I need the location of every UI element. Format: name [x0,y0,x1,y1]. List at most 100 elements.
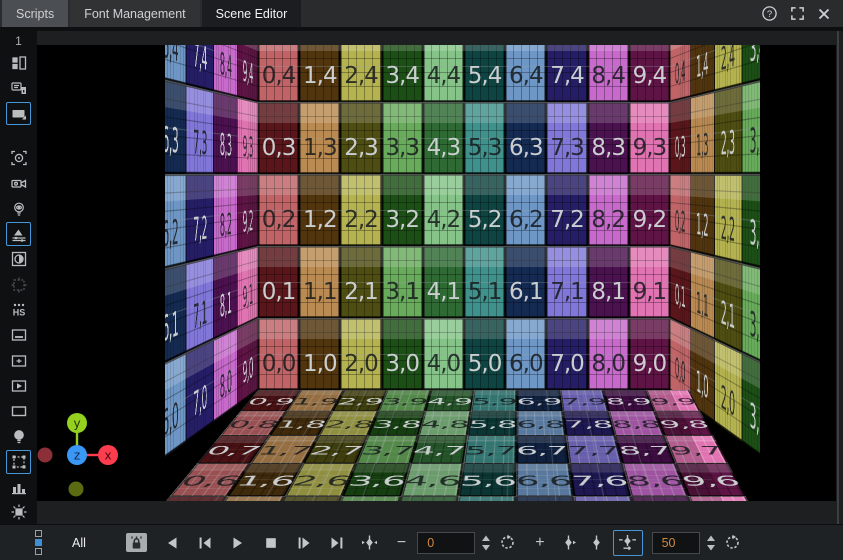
grid-tile: 0,0 [258,318,299,390]
grid-tile: 6,7 [516,435,569,463]
grid-tile: 4,6 [400,463,462,496]
grid-tile: 6,3 [505,102,546,174]
grid-tile: 5,6 [458,463,516,496]
grid-tile: 9,3 [237,97,258,174]
grid-tile: 3,9 [378,390,430,411]
tab-bar: Scripts Font Management Scene Editor ? [0,0,843,27]
reset-frame-icon[interactable] [499,534,516,551]
grid-tile: 1,1 [299,246,340,318]
grid-tile: 3,2 [742,174,760,271]
grid-tile: 0,1 [258,246,299,318]
rectangle-icon[interactable] [6,400,31,423]
light-bulb-icon[interactable] [6,425,31,448]
speed-input[interactable] [652,532,700,554]
layer-toggle-button[interactable] [35,530,42,555]
tab-scene-editor[interactable]: Scene Editor [202,0,302,27]
axis-gizmo[interactable]: y z x [37,410,167,501]
grid-tile: 1,3 [299,102,340,174]
grid-tile: 6,6 [516,463,574,496]
frame-input[interactable] [417,532,475,554]
grid-tile: 0,2 [670,174,691,251]
grid-tile: 8,0 [214,328,238,422]
grid-tile: 6,4 [505,45,546,102]
prev-frame-button[interactable] [164,535,180,551]
red-marker-dot [38,448,53,463]
selection-box-icon[interactable] [6,450,31,473]
banner-icon[interactable] [6,324,31,347]
grid-tile: 4,0 [423,318,464,390]
grid-tile: 7,1 [546,246,587,318]
scene-settings-icon[interactable] [6,222,31,245]
frame-spinner[interactable] [481,535,491,551]
help-icon[interactable]: ? [761,5,778,22]
viewport-toolbar: 1 [0,31,37,524]
light-visibility-icon[interactable] [6,197,31,220]
lock-keyframes-button[interactable] [126,533,147,552]
grid-tile: 8,1 [214,251,238,339]
grid-tile: 9,1 [629,246,670,318]
x-axis-label: x [104,449,111,463]
step-forward-button[interactable] [296,535,312,551]
grid-tile: 9,5 [689,496,760,501]
grid-tile: 6,0 [165,353,186,466]
statistics-icon[interactable] [6,476,31,499]
center-keyframe-icon-button[interactable] [361,534,378,551]
grid-tile: 0,3 [258,102,299,174]
grid-glow-icon[interactable] [6,501,31,524]
camera-focus-icon[interactable] [6,146,31,169]
test-grid-room: 4,55,56,57,58,59,54,45,46,47,48,49,44,35… [165,45,760,501]
grid-tile: 9,4 [629,45,670,102]
grid-tile: 5,4 [464,45,505,102]
grid-tile: 3,1 [382,246,423,318]
speed-spinner[interactable] [706,535,716,551]
scene-info-icon[interactable] [6,77,31,100]
grid-tile: 6,1 [165,263,186,368]
front-wall: 0,51,52,53,54,55,56,57,58,59,50,41,42,43… [258,45,670,390]
grid-tile: 7,6 [569,463,631,496]
grid-tile: 8,4 [214,45,238,97]
grid-tile: 8,4 [588,45,629,102]
tab-font-management[interactable]: Font Management [70,0,199,27]
grid-tile: 5,8 [467,411,517,435]
scene-editor-panel: 1 [0,31,843,524]
contrast-icon[interactable] [6,248,31,271]
jump-to-end-button[interactable] [329,535,345,551]
grid-tile: 7,2 [186,174,214,263]
grid-tile: 3,3 [742,77,760,174]
grid-tile: 6,1 [505,246,546,318]
plane-primitive-icon[interactable] [6,102,31,125]
play-button[interactable] [230,535,246,551]
layout-panels-icon[interactable] [6,52,31,75]
transform-handles-icon[interactable] [6,273,31,296]
grid-tile: 3,1 [742,263,760,368]
stop-button[interactable] [263,535,279,551]
grid-tile: 7,2 [546,174,587,246]
reset-speed-icon[interactable] [724,534,741,551]
channel-selector[interactable]: All [72,536,86,550]
keyframe-icon-button[interactable] [588,534,605,551]
tab-scripts[interactable]: Scripts [2,0,68,27]
grid-tile: 0,2 [258,174,299,246]
grid-tile: 3,0 [382,318,423,390]
grid-tile: 2,0 [714,339,742,442]
jump-to-start-button[interactable] [197,535,213,551]
center-marks-icon[interactable] [6,349,31,372]
grid-tile: 2,1 [340,246,381,318]
camera-icon[interactable] [6,172,31,195]
render-viewport[interactable]: 4,55,56,57,58,59,54,45,46,47,48,49,44,35… [37,45,836,501]
olive-marker-dot [69,482,84,497]
increment-button[interactable]: + [535,534,544,552]
grid-tile: 5,9 [471,390,517,411]
clip-player-icon[interactable] [6,374,31,397]
set-keyframe-button[interactable] [613,530,643,556]
hs-mode-icon[interactable]: HS [6,298,31,321]
grid-tile: 3,2 [382,174,423,246]
floor: 0,91,92,93,94,95,96,97,98,99,90,81,82,83… [165,390,760,501]
grid-tile: 9,4 [237,45,258,102]
next-keyframe-icon-button[interactable] [561,534,578,551]
decrement-button[interactable]: − [397,534,406,552]
grid-tile: 6,8 [516,411,565,435]
close-icon[interactable] [817,7,831,21]
grid-tile: 8,0 [588,318,629,390]
fullscreen-icon[interactable] [790,6,805,21]
